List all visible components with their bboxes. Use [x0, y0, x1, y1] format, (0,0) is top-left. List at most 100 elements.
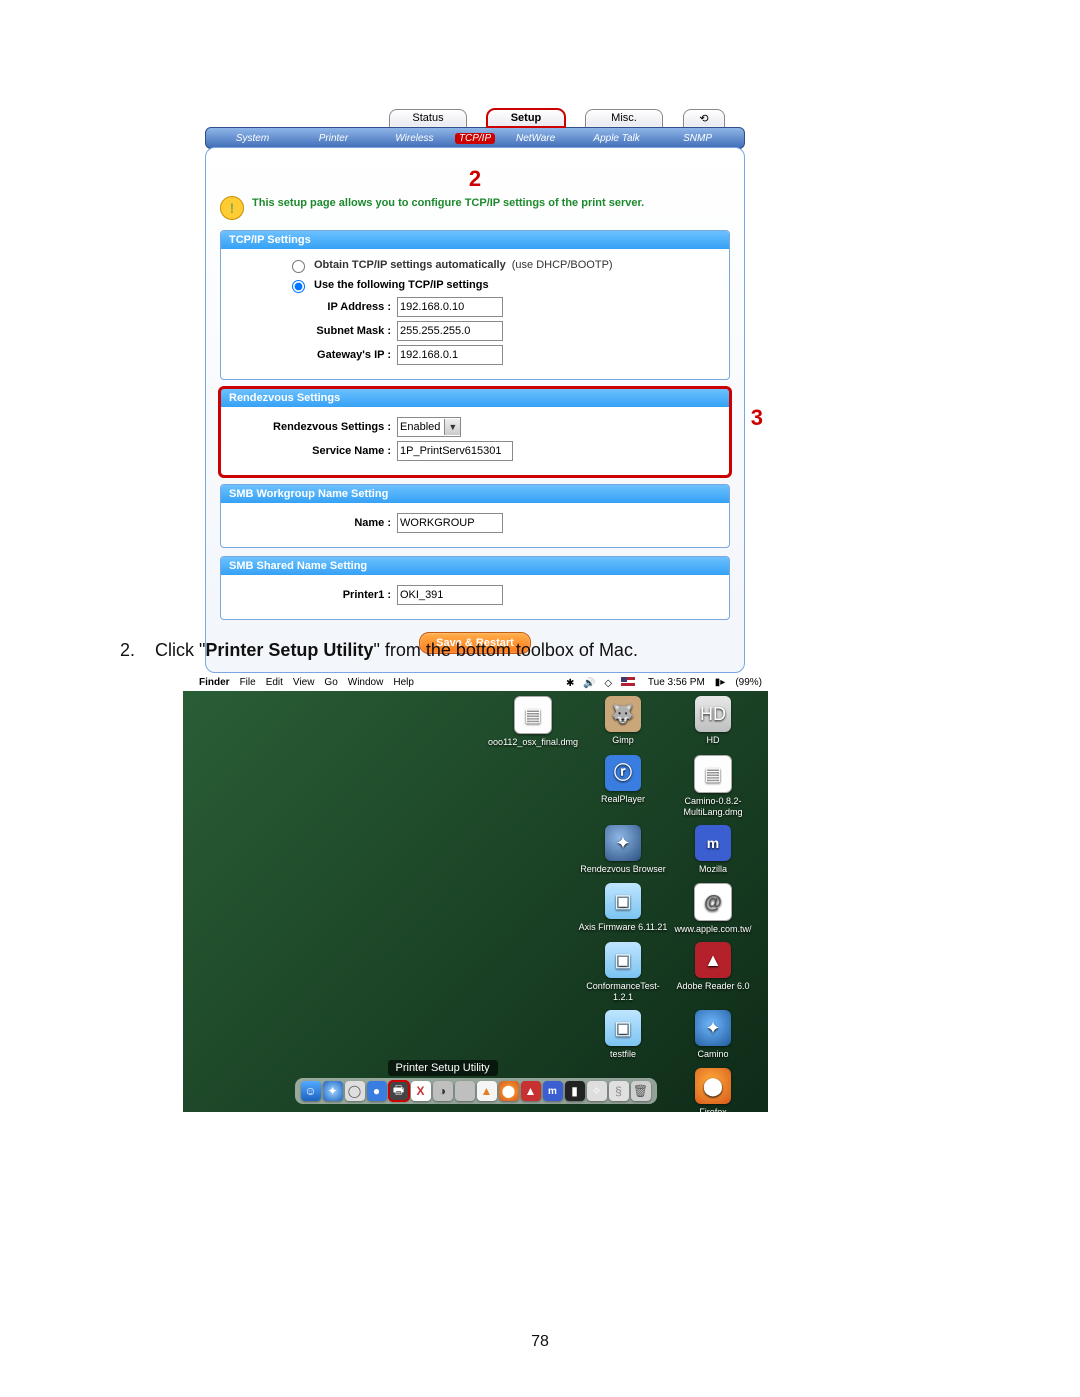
desktop-icon[interactable]: HDHD: [668, 696, 758, 747]
mac-menubar: Finder File Edit View Go Window Help ✱ 🔊…: [183, 674, 768, 691]
dock: ☺ ✦ ◯ ● 🖶 X ◑ ▲ ⬤ ▲ m ▮ ✧ § 🗑: [295, 1078, 657, 1104]
gateway-input[interactable]: [397, 345, 503, 365]
desktop-icon-label: ooo112_osx_final.dmg: [488, 737, 578, 747]
desktop-icon-grid: ▤ ooo112_osx_final.dmg🐺GimpHDHDⓡRealPlaye…: [488, 696, 758, 1112]
intro-text: This setup page allows you to configure …: [252, 196, 644, 211]
dock-app-icon[interactable]: ✧: [587, 1081, 607, 1101]
dock-tooltip: Printer Setup Utility: [388, 1060, 498, 1076]
menu-file[interactable]: File: [240, 677, 256, 688]
tab-misc[interactable]: Misc.: [585, 109, 663, 127]
menu-view[interactable]: View: [293, 677, 315, 688]
ip-input[interactable]: [397, 297, 503, 317]
subtab-netware[interactable]: NetWare: [495, 133, 576, 144]
real-icon: ⓡ: [605, 755, 641, 791]
tab-refresh-icon[interactable]: ⟲: [683, 109, 725, 127]
subtab-wireless[interactable]: Wireless: [374, 133, 455, 144]
tab-setup[interactable]: Setup: [487, 109, 565, 127]
dock-app-icon[interactable]: §: [609, 1081, 629, 1101]
desktop-icon[interactable]: ✦Rendezvous Browser: [578, 825, 668, 875]
menu-go[interactable]: Go: [324, 677, 337, 688]
tab-status[interactable]: Status: [389, 109, 467, 127]
desktop-icon[interactable]: ▣testfile: [578, 1010, 668, 1060]
menu-app-name[interactable]: Finder: [199, 677, 230, 688]
desktop-icon[interactable]: @www.apple.com.tw/: [668, 883, 758, 934]
battery-percent: (99%): [735, 677, 762, 688]
radio-auto-row[interactable]: Obtain TCP/IP settings automatically (us…: [287, 257, 719, 273]
dock-app-icon[interactable]: ◯: [345, 1081, 365, 1101]
panel-smb-workgroup-header: SMB Workgroup Name Setting: [221, 485, 729, 503]
subtab-tcpip[interactable]: TCP/IP: [455, 133, 495, 144]
info-icon: !: [220, 196, 244, 220]
radio-auto-hint: (use DHCP/BOOTP): [512, 259, 613, 271]
dock-app-icon[interactable]: ●: [367, 1081, 387, 1101]
page-number: 78: [0, 1333, 1080, 1351]
panel-smb-shared: SMB Shared Name Setting Printer1 :: [220, 556, 730, 620]
airport-icon[interactable]: ◇: [604, 678, 612, 689]
annotation-marker-2: 2: [220, 166, 730, 192]
bluetooth-icon[interactable]: ✱: [566, 678, 574, 689]
input-flag-icon[interactable]: [621, 677, 635, 686]
radio-auto[interactable]: [292, 260, 305, 273]
desktop-icon[interactable]: ✦Camino: [668, 1010, 758, 1060]
battery-icon[interactable]: ▮▸: [715, 677, 726, 688]
desktop-icon-label: HD: [707, 735, 720, 745]
menu-help[interactable]: Help: [393, 677, 414, 688]
dock-finder-icon[interactable]: ☺: [301, 1081, 321, 1101]
subtab-system[interactable]: System: [212, 133, 293, 144]
panel-rendezvous: Rendezvous Settings Rendezvous Settings …: [220, 388, 730, 476]
desktop-icon-label: ConformanceTest-1.2.1: [578, 981, 668, 1002]
rendezvous-select-value: Enabled: [398, 421, 444, 433]
gateway-label: Gateway's IP :: [231, 349, 397, 361]
adobe-icon: ▲: [695, 942, 731, 978]
desktop-icon[interactable]: ⓡRealPlayer: [578, 755, 668, 817]
dock-app-icon[interactable]: ◑: [433, 1081, 453, 1101]
rendezvous-select[interactable]: Enabled ▼: [397, 417, 461, 437]
mac-desktop-screenshot: Finder File Edit View Go Window Help ✱ 🔊…: [183, 674, 768, 1112]
dock-app-icon[interactable]: ▲: [477, 1081, 497, 1101]
desktop-icon[interactable]: ▤ ooo112_osx_final.dmg: [488, 696, 578, 747]
desktop-icon[interactable]: ▲Adobe Reader 6.0: [668, 942, 758, 1002]
dock-trash-icon[interactable]: 🗑: [631, 1081, 651, 1101]
fold-icon: ▣: [605, 942, 641, 978]
workgroup-name-input[interactable]: [397, 513, 503, 533]
subtab-appletalk[interactable]: Apple Talk: [576, 133, 657, 144]
desktop-icon[interactable]: ▤Camino-0.8.2-MultiLang.dmg: [668, 755, 758, 817]
dock-x-icon[interactable]: X: [411, 1081, 431, 1101]
panel-tcpip-header: TCP/IP Settings: [221, 231, 729, 249]
desktop-icon[interactable]: ▣Axis Firmware 6.11.21: [578, 883, 668, 934]
desktop-icon-label: Firefox: [699, 1107, 727, 1112]
printserver-config-screenshot: Status Setup Misc. ⟲ System Printer Wire…: [205, 109, 745, 594]
menu-window[interactable]: Window: [348, 677, 384, 688]
cam-icon: ✦: [695, 1010, 731, 1046]
dock-printer-setup-utility-icon[interactable]: 🖶: [389, 1081, 409, 1101]
chevron-down-icon[interactable]: ▼: [444, 419, 460, 435]
radio-manual[interactable]: [292, 280, 305, 293]
service-name-input[interactable]: [397, 441, 513, 461]
sub-tab-bar: System Printer Wireless TCP/IP NetWare A…: [205, 127, 745, 149]
instr-post: " from the bottom toolbox of Mac.: [373, 640, 638, 660]
desktop-icon[interactable]: mMozilla: [668, 825, 758, 875]
desktop-icon[interactable]: ▣ ConformanceTest-1.2.1: [578, 942, 668, 1002]
radio-manual-row[interactable]: Use the following TCP/IP settings: [287, 277, 719, 293]
top-tabs: Status Setup Misc. ⟲: [205, 109, 745, 127]
dock-sysprefs-icon[interactable]: [455, 1081, 475, 1101]
subtab-printer[interactable]: Printer: [293, 133, 374, 144]
doc-icon: ▤: [514, 696, 552, 734]
mask-input[interactable]: [397, 321, 503, 341]
menu-edit[interactable]: Edit: [266, 677, 283, 688]
desktop-icon-label: Camino-0.8.2-MultiLang.dmg: [668, 796, 758, 817]
volume-icon[interactable]: 🔊: [583, 678, 595, 689]
dock-safari-icon[interactable]: ✦: [323, 1081, 343, 1101]
mask-label: Subnet Mask :: [231, 325, 397, 337]
service-name-label: Service Name :: [231, 445, 397, 457]
dock-adobe-icon[interactable]: ▲: [521, 1081, 541, 1101]
dock-mozilla-icon[interactable]: m: [543, 1081, 563, 1101]
dock-firefox-icon[interactable]: ⬤: [499, 1081, 519, 1101]
desktop-icon[interactable]: 🐺Gimp: [578, 696, 668, 747]
dock-terminal-icon[interactable]: ▮: [565, 1081, 585, 1101]
printer1-input[interactable]: [397, 585, 503, 605]
subtab-snmp[interactable]: SNMP: [657, 133, 738, 144]
panel-smb-shared-header: SMB Shared Name Setting: [221, 557, 729, 575]
desktop-icon[interactable]: ⬤Firefox: [668, 1068, 758, 1112]
panel-smb-workgroup: SMB Workgroup Name Setting Name :: [220, 484, 730, 548]
